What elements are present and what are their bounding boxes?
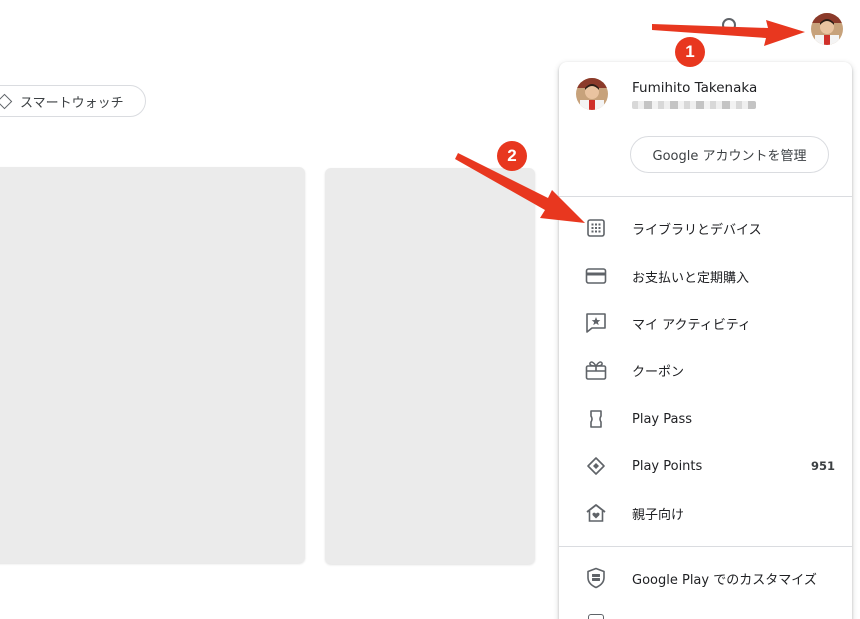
- account-avatar-button[interactable]: [811, 13, 843, 45]
- play-store-page: スマートウォッチ Fumihito Takenaka Google アカウントを…: [0, 0, 860, 619]
- menu-item-label: クーポン: [632, 364, 685, 380]
- gift-coupon-icon: [585, 359, 607, 381]
- menu-item-label: ライブラリとデバイス: [632, 222, 762, 238]
- account-menu: Fumihito Takenaka Google アカウントを管理 ライブラリと…: [559, 62, 852, 619]
- menu-divider: [559, 546, 852, 547]
- menu-item-payments-subscriptions[interactable]: お支払いと定期購入: [559, 254, 852, 298]
- menu-avatar: [576, 78, 608, 110]
- activity-star-icon: [585, 312, 607, 334]
- menu-item-my-activity[interactable]: マイ アクティビティ: [559, 301, 852, 345]
- family-home-icon: [585, 502, 607, 524]
- menu-item-family[interactable]: 親子向け: [559, 491, 852, 535]
- menu-item-label: Play Points: [632, 458, 703, 474]
- watch-diamond-icon: [0, 93, 13, 109]
- category-chip-smartwatch[interactable]: スマートウォッチ: [0, 85, 146, 117]
- search-icon[interactable]: [720, 16, 742, 38]
- app-card-placeholder-1[interactable]: [0, 167, 305, 563]
- ticket-icon: [585, 408, 607, 430]
- user-name: Fumihito Takenaka: [632, 80, 758, 96]
- menu-item-library-devices[interactable]: ライブラリとデバイス: [559, 206, 852, 250]
- menu-item-label: Google Play でのカスタマイズ: [632, 572, 817, 588]
- user-email-redacted: [632, 101, 756, 109]
- play-points-count: 951: [810, 459, 835, 473]
- manage-google-account-button[interactable]: Google アカウントを管理: [630, 136, 829, 173]
- menu-divider: [559, 196, 852, 197]
- chip-label: スマートウォッチ: [20, 95, 124, 111]
- shield-personalize-icon: [585, 567, 607, 589]
- app-card-placeholder-2[interactable]: [325, 168, 535, 564]
- menu-item-label: お支払いと定期購入: [632, 270, 750, 286]
- menu-item-play-personalization[interactable]: Google Play でのカスタマイズ: [559, 556, 852, 600]
- menu-item-coupons[interactable]: クーポン: [559, 348, 852, 392]
- menu-item-label: 親子向け: [632, 507, 685, 523]
- menu-item-label: Play Pass: [632, 411, 693, 427]
- partial-next-item-icon: [588, 614, 604, 619]
- credit-card-icon: [585, 265, 607, 287]
- menu-item-play-pass[interactable]: Play Pass: [559, 397, 852, 441]
- library-grid-icon: [585, 217, 607, 239]
- menu-item-label: マイ アクティビティ: [632, 317, 751, 333]
- step-badge-2: 2: [497, 141, 527, 171]
- step-badge-1: 1: [675, 37, 705, 67]
- menu-item-play-points[interactable]: Play Points 951: [559, 444, 852, 488]
- diamond-points-icon: [585, 455, 607, 477]
